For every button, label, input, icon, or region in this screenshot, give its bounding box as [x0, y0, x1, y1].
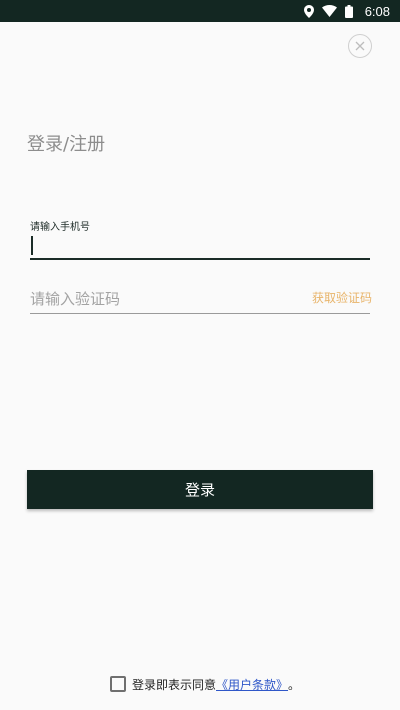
phone-field[interactable]	[30, 234, 370, 260]
code-field[interactable]: 获取验证码	[30, 286, 372, 314]
wifi-icon	[321, 5, 337, 17]
code-input[interactable]	[30, 288, 300, 310]
status-bar: 6:08	[0, 0, 400, 22]
agreement-suffix: 。	[288, 677, 301, 692]
phone-input[interactable]	[30, 234, 370, 256]
agreement-checkbox[interactable]	[110, 676, 126, 692]
close-button[interactable]	[348, 34, 372, 58]
location-icon	[303, 4, 314, 18]
terms-link[interactable]: 《用户条款》	[216, 676, 288, 693]
close-icon	[355, 41, 365, 51]
status-icons: 6:08	[303, 0, 390, 22]
page-title: 登录/注册	[27, 134, 106, 155]
phone-label: 请输入手机号	[30, 222, 90, 233]
get-code-button[interactable]: 获取验证码	[312, 289, 372, 306]
agreement-row: 登录即表示同意 《用户条款》 。	[110, 676, 300, 692]
battery-icon	[344, 4, 353, 18]
agreement-text: 登录即表示同意	[132, 677, 217, 692]
status-time: 6:08	[364, 3, 390, 19]
login-button[interactable]: 登录	[27, 470, 373, 509]
text-caret	[31, 236, 33, 255]
